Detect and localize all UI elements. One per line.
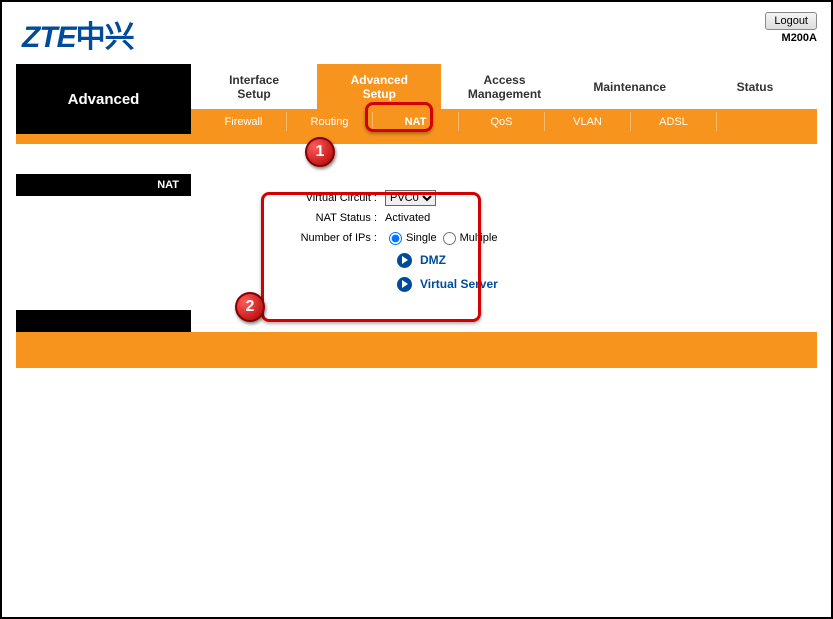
subtab-vlan[interactable]: VLAN: [545, 112, 631, 131]
link-dmz[interactable]: DMZ: [397, 248, 817, 272]
label-multiple: Multiple: [460, 232, 498, 244]
subtab-adsl[interactable]: ADSL: [631, 112, 717, 131]
page-title: Advanced: [16, 64, 191, 134]
model-label: M200A: [765, 32, 817, 44]
value-nat-status: Activated: [381, 212, 430, 224]
subtab-firewall[interactable]: Firewall: [201, 112, 287, 131]
tab-advanced-setup[interactable]: Advanced Setup: [316, 64, 441, 109]
link-virtual-server[interactable]: Virtual Server: [397, 272, 817, 296]
logo: ZTE中兴: [16, 12, 134, 56]
label-number-of-ips: Number of IPs :: [271, 232, 381, 244]
radio-single[interactable]: [389, 232, 402, 245]
radio-multiple[interactable]: [443, 232, 456, 245]
subtab-nat[interactable]: NAT: [373, 112, 459, 131]
play-icon: [397, 277, 412, 292]
tab-status[interactable]: Status: [692, 64, 817, 109]
label-nat-status: NAT Status :: [271, 212, 381, 224]
sub-tabs: Firewall Routing NAT QoS VLAN ADSL: [191, 109, 817, 134]
main-tabs: Interface Setup Advanced Setup Access Ma…: [191, 64, 817, 109]
subtab-qos[interactable]: QoS: [459, 112, 545, 131]
label-virtual-circuit: Virtual Circuit :: [271, 192, 381, 204]
subtab-routing[interactable]: Routing: [287, 112, 373, 131]
tab-interface-setup[interactable]: Interface Setup: [191, 64, 316, 109]
label-single: Single: [406, 232, 437, 244]
logout-button[interactable]: Logout: [765, 12, 817, 30]
tab-access-management[interactable]: Access Management: [441, 64, 566, 109]
play-icon: [397, 253, 412, 268]
section-heading-nat: NAT: [16, 174, 191, 196]
virtual-circuit-select[interactable]: PVC0: [385, 190, 436, 206]
tab-maintenance[interactable]: Maintenance: [567, 64, 692, 109]
